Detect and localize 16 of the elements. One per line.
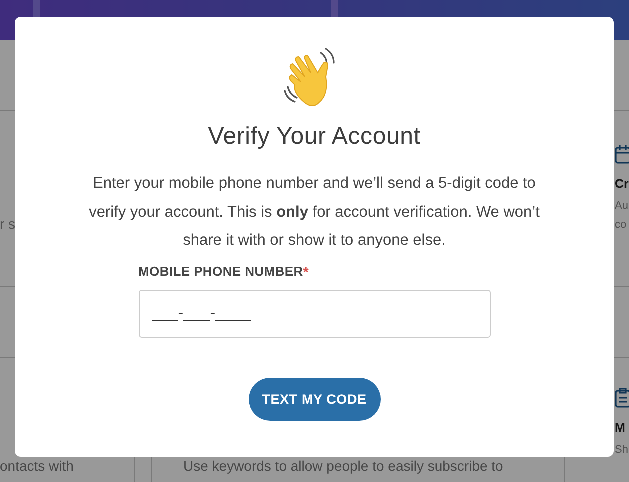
card-text: r s xyxy=(0,216,16,232)
card-text: Sh xyxy=(615,443,628,458)
card-title: Cr xyxy=(615,177,629,191)
card-text: Au xyxy=(615,199,628,214)
clipboard-icon xyxy=(615,388,629,408)
card-text: co xyxy=(615,218,627,233)
field-label: MOBILE PHONE NUMBER xyxy=(138,264,304,280)
required-mark: * xyxy=(303,264,309,280)
calendar-icon xyxy=(615,144,629,164)
card-title: M xyxy=(615,421,626,435)
dialog-message: Enter your mobile phone number and we’ll send a 5-digit code to verify your account. This is only for account verification. We won’t share it with or show it to anyone else. xyxy=(88,174,541,251)
dialog-title: Verify Your Account xyxy=(208,123,421,151)
text-my-code-button[interactable]: TEXT MY CODE xyxy=(248,378,380,420)
card-text: ontacts with xyxy=(0,458,74,474)
phone-input-field[interactable]: ___-___-____ xyxy=(138,290,490,338)
card-text: Use keywords to allow people to easily subscribe to xyxy=(184,458,504,474)
